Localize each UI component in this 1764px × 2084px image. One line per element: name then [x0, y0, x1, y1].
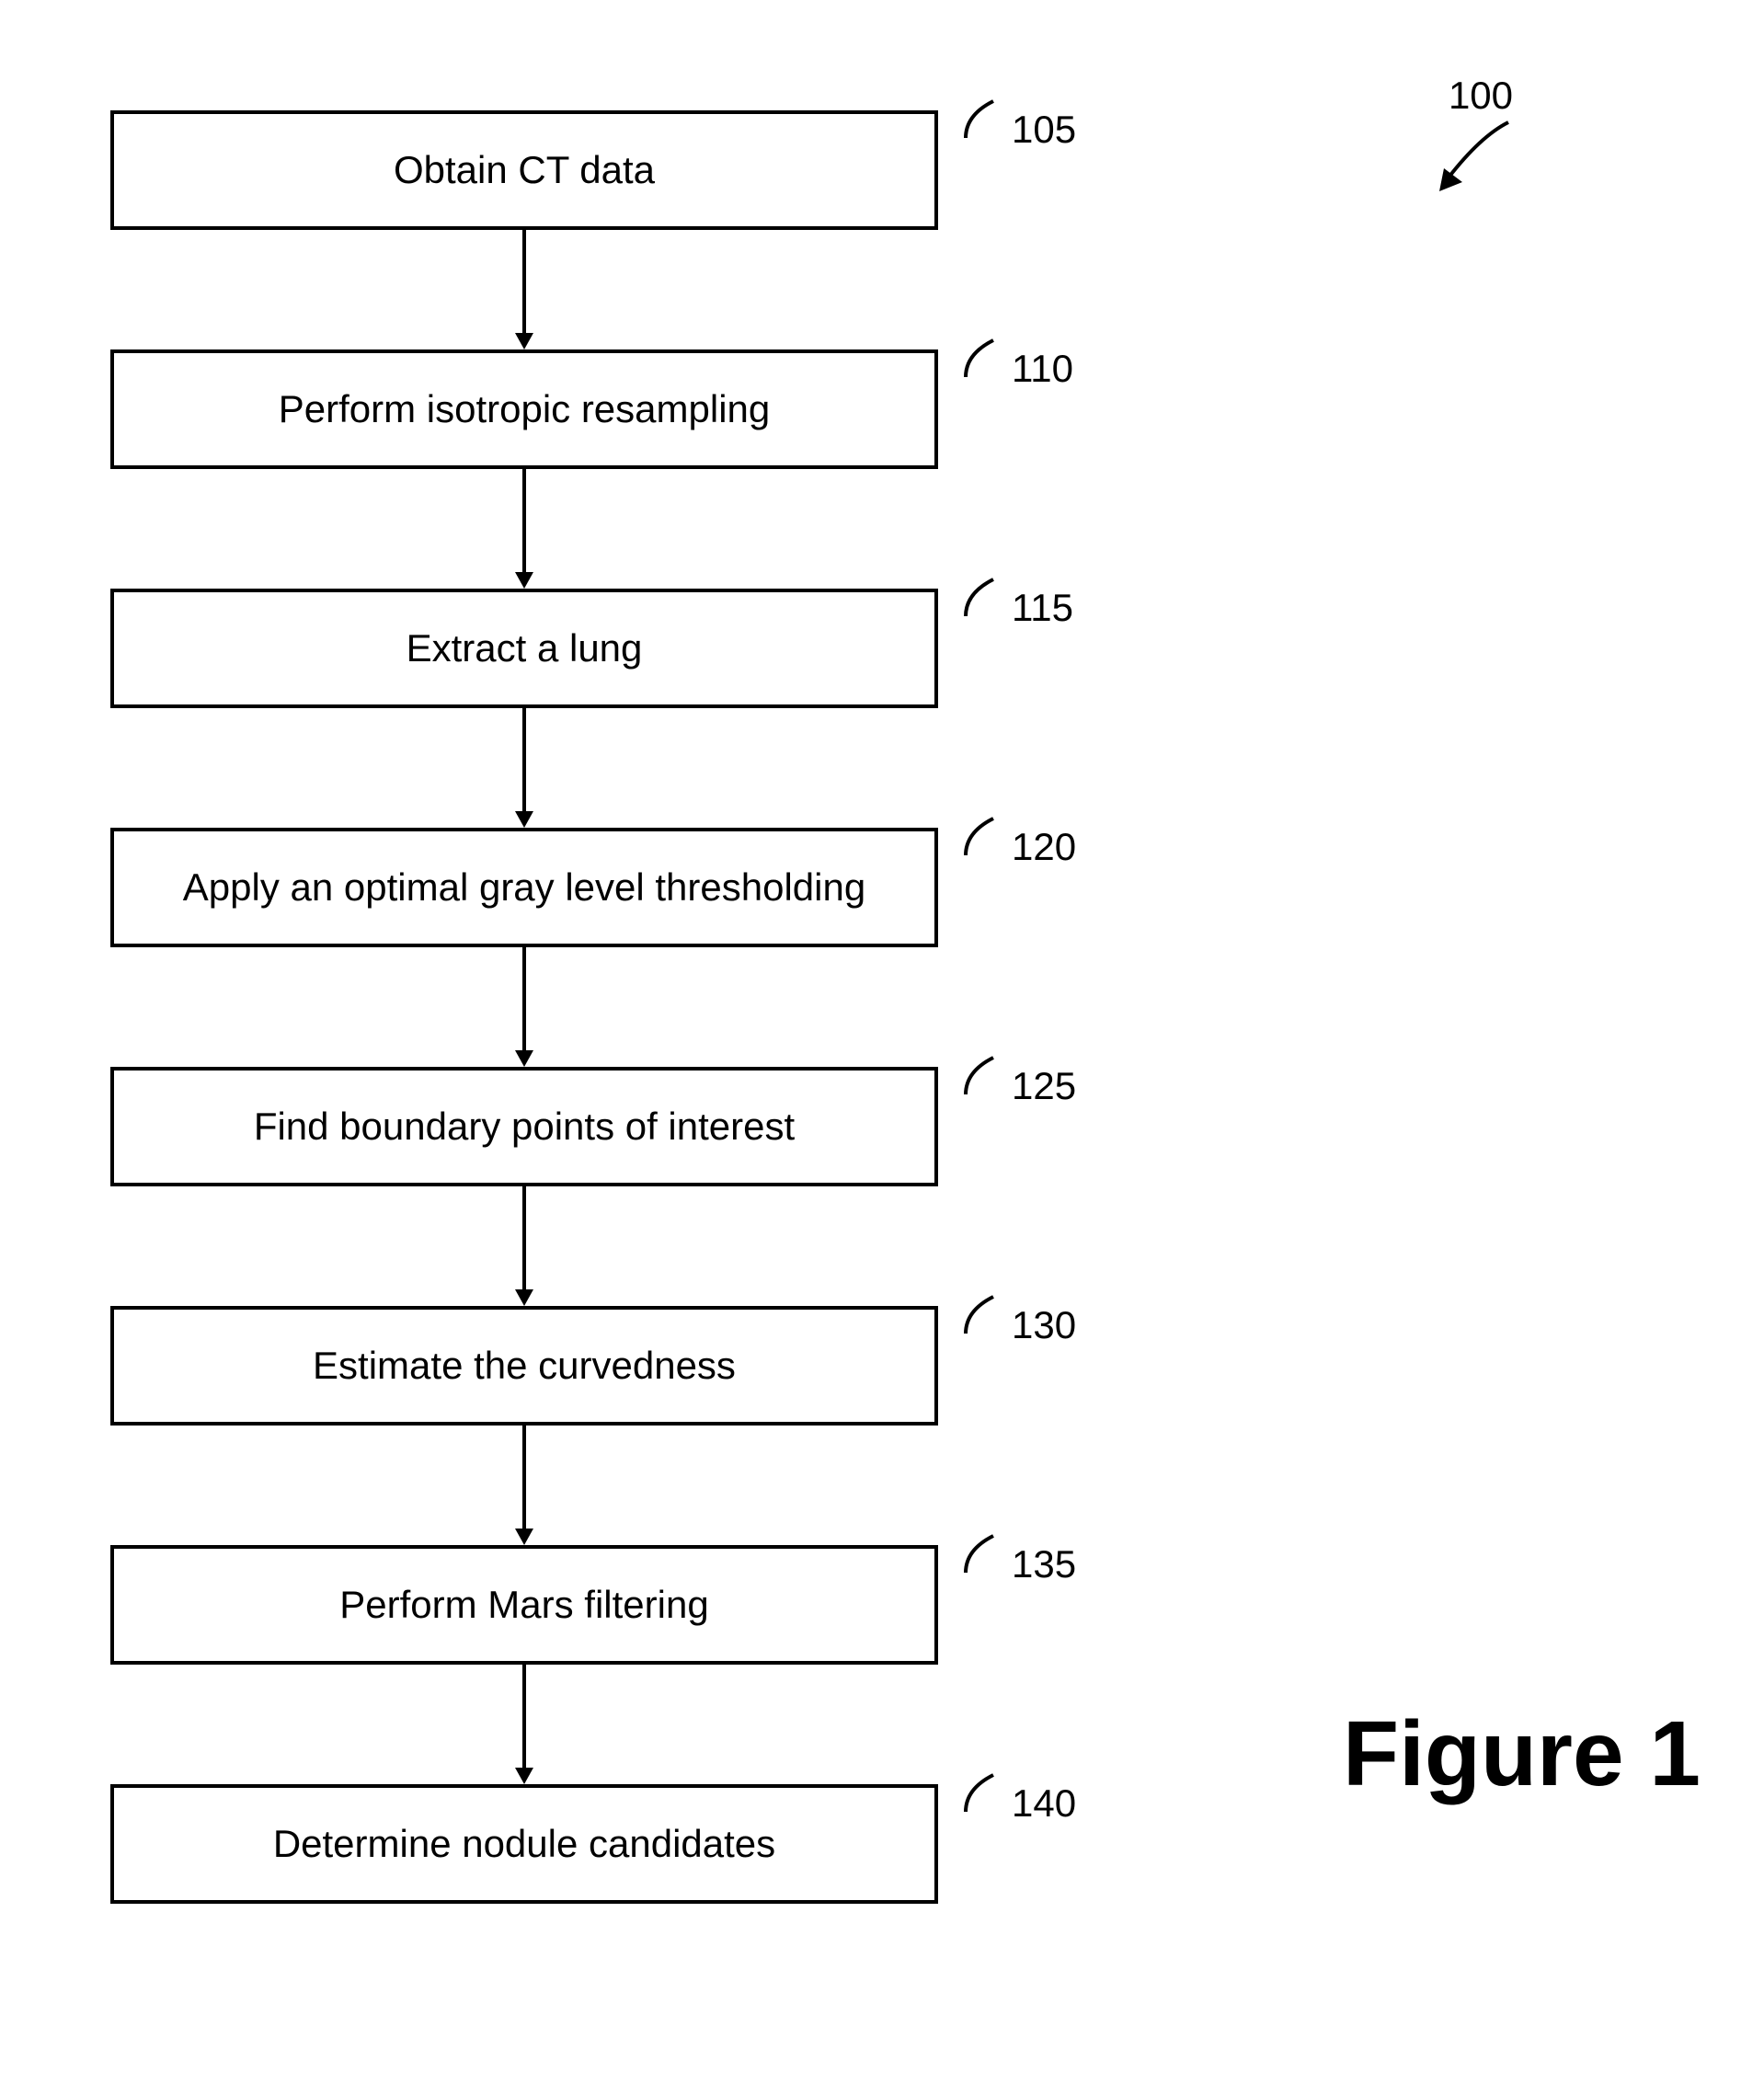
step-wrap: Perform isotropic resampling 110: [110, 349, 938, 469]
step-label: Estimate the curvedness: [313, 1344, 736, 1388]
figure-label: Figure 1: [1343, 1701, 1701, 1807]
reference-number: 125: [1012, 1064, 1076, 1108]
arrow-down-icon: [510, 1186, 538, 1306]
step-box: Estimate the curvedness: [110, 1306, 938, 1426]
step-wrap: Find boundary points of interest 125: [110, 1067, 938, 1186]
leader-line-icon: [956, 805, 1012, 869]
reference-number: 105: [1012, 108, 1076, 152]
leader-line-icon: [956, 566, 1012, 630]
reference-label: 120: [956, 805, 1076, 869]
leader-arrow-icon: [1426, 118, 1536, 200]
step-box: Apply an optimal gray level thresholding: [110, 828, 938, 947]
step-label: Extract a lung: [407, 626, 643, 670]
step-box: Extract a lung: [110, 589, 938, 708]
step-label: Determine nodule candidates: [273, 1822, 775, 1866]
step-box: Perform Mars filtering: [110, 1545, 938, 1665]
reference-label: 105: [956, 87, 1076, 152]
leader-line-icon: [956, 1522, 1012, 1586]
step-wrap: Estimate the curvedness 130: [110, 1306, 938, 1426]
reference-number: 130: [1012, 1303, 1076, 1347]
arrow-down-icon: [510, 947, 538, 1067]
step-wrap: Determine nodule candidates 140: [110, 1784, 938, 1904]
reference-number: 115: [1012, 586, 1073, 630]
reference-number: 135: [1012, 1542, 1076, 1586]
leader-line-icon: [956, 87, 1012, 152]
step-wrap: Apply an optimal gray level thresholding…: [110, 828, 938, 947]
step-box: Find boundary points of interest: [110, 1067, 938, 1186]
step-label: Find boundary points of interest: [254, 1105, 795, 1149]
step-wrap: Obtain CT data 105: [110, 110, 938, 230]
leader-line-icon: [956, 1761, 1012, 1826]
step-label: Apply an optimal gray level thresholding: [183, 865, 865, 910]
step-wrap: Extract a lung 115: [110, 589, 938, 708]
reference-label: 125: [956, 1044, 1076, 1108]
leader-line-icon: [956, 1044, 1012, 1108]
leader-line-icon: [956, 326, 1012, 391]
step-label: Perform Mars filtering: [339, 1583, 708, 1627]
figure-reference-number: 100: [1449, 74, 1513, 118]
reference-label: 140: [956, 1761, 1076, 1826]
step-box: Obtain CT data: [110, 110, 938, 230]
arrow-down-icon: [510, 230, 538, 349]
step-box: Perform isotropic resampling: [110, 349, 938, 469]
step-box: Determine nodule candidates: [110, 1784, 938, 1904]
reference-label: 135: [956, 1522, 1076, 1586]
arrow-down-icon: [510, 708, 538, 828]
reference-number: 140: [1012, 1781, 1076, 1826]
reference-number: 120: [1012, 825, 1076, 869]
arrow-down-icon: [510, 469, 538, 589]
leader-line-icon: [956, 1283, 1012, 1347]
reference-label: 130: [956, 1283, 1076, 1347]
figure-reference: 100: [1426, 74, 1536, 200]
arrow-down-icon: [510, 1426, 538, 1545]
step-label: Perform isotropic resampling: [279, 387, 771, 431]
reference-label: 115: [956, 566, 1073, 630]
flowchart: Obtain CT data 105 Perform isotropic res…: [110, 110, 938, 1904]
reference-number: 110: [1012, 347, 1073, 391]
arrow-down-icon: [510, 1665, 538, 1784]
step-wrap: Perform Mars filtering 135: [110, 1545, 938, 1665]
step-label: Obtain CT data: [394, 148, 655, 192]
reference-label: 110: [956, 326, 1073, 391]
